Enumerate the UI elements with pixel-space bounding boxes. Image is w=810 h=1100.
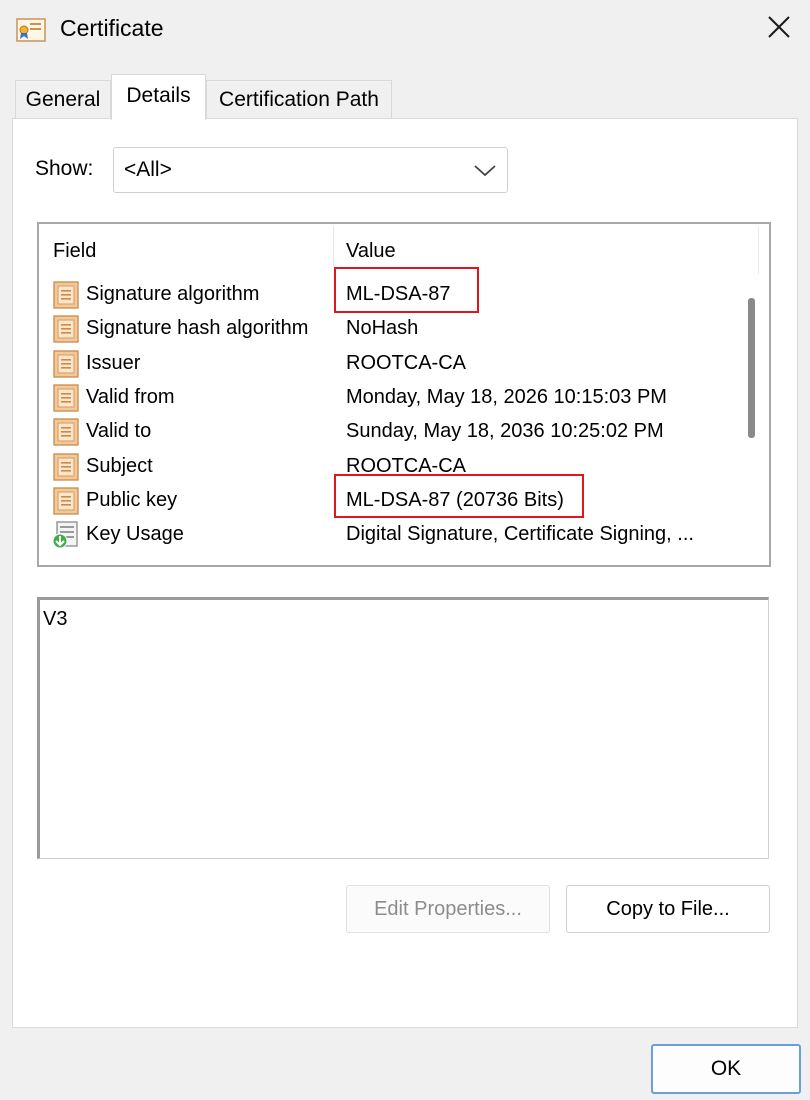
field-name: Issuer — [86, 351, 141, 374]
field-name: Valid from — [86, 385, 175, 408]
show-label: Show: — [35, 157, 94, 180]
certificate-field-icon — [51, 417, 81, 447]
field-value: ROOTCA-CA — [346, 351, 466, 374]
tab-label: General — [25, 87, 101, 111]
field-name: Signature algorithm — [86, 283, 260, 305]
show-dropdown-value: <All> — [124, 158, 172, 181]
title-bar: Certificate — [0, 0, 810, 58]
field-name: Valid to — [86, 420, 152, 443]
window-title: Certificate — [60, 15, 164, 41]
highlight-box — [334, 267, 479, 313]
show-dropdown[interactable]: <All> — [113, 147, 508, 193]
field-value-text: V3 — [43, 608, 68, 630]
scrollbar-track — [758, 226, 759, 274]
field-name: Subject — [86, 454, 153, 477]
tab-certification-path[interactable]: Certification Path — [206, 80, 392, 118]
field-value: NoHash — [346, 317, 419, 340]
field-value: Digital Signature, Certificate Signing, … — [346, 523, 694, 546]
certificate-field-icon — [51, 314, 81, 344]
copy-to-file-button[interactable]: Copy to File... — [566, 885, 770, 933]
close-icon — [767, 15, 791, 44]
close-button[interactable] — [752, 6, 806, 52]
list-item[interactable]: Key Usage Digital Signature, Certificate … — [49, 517, 729, 551]
certificate-field-icon — [51, 349, 81, 379]
tab-label: Details — [126, 83, 191, 107]
tab-general[interactable]: General — [15, 80, 111, 118]
tab-details[interactable]: Details — [111, 74, 206, 120]
certificate-icon — [16, 18, 46, 42]
list-item[interactable]: Issuer ROOTCA-CA — [49, 346, 729, 380]
field-name: Key Usage — [86, 523, 184, 546]
field-value-textbox[interactable]: V3 — [37, 597, 769, 859]
certificate-field-icon — [51, 486, 81, 516]
column-divider[interactable] — [333, 226, 334, 268]
field-value: Monday, May 18, 2026 10:15:03 PM — [346, 385, 667, 408]
highlight-box — [334, 474, 584, 518]
ok-button[interactable]: OK — [651, 1044, 801, 1094]
field-name: Signature hash algorithm — [86, 317, 309, 340]
scrollbar-thumb[interactable] — [748, 298, 755, 438]
tab-label: Certification Path — [219, 87, 379, 111]
certificate-field-icon — [51, 452, 81, 482]
certificate-field-icon — [51, 280, 81, 310]
extension-field-icon — [51, 520, 81, 550]
column-header-value[interactable]: Value — [346, 240, 396, 263]
column-header-field[interactable]: Field — [53, 240, 96, 263]
list-item[interactable]: Valid from Monday, May 18, 2026 10:15:03 … — [49, 380, 729, 414]
field-value: Sunday, May 18, 2036 10:25:02 PM — [346, 420, 664, 443]
field-name: Public key — [86, 488, 178, 511]
chevron-down-icon — [473, 160, 497, 180]
list-item[interactable]: Valid to Sunday, May 18, 2036 10:25:02 PM — [49, 414, 729, 448]
certificate-field-icon — [51, 383, 81, 413]
edit-properties-button[interactable]: Edit Properties... — [346, 885, 550, 933]
list-item[interactable]: Signature hash algorithm NoHash — [49, 311, 729, 345]
